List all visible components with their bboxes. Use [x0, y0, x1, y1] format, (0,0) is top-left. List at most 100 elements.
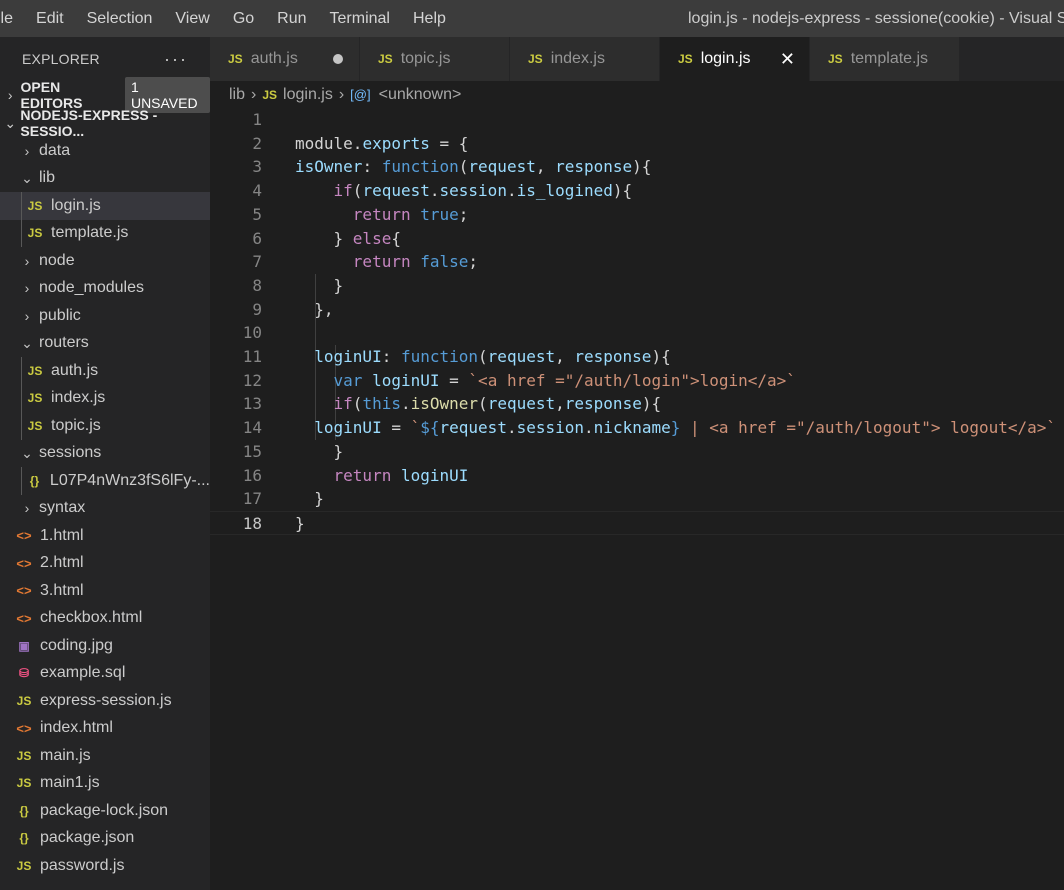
js-file-icon: JS: [228, 52, 243, 66]
js-file-icon: JS: [16, 748, 32, 763]
code-text: loginUI: function(request, response){: [314, 347, 671, 366]
tree-file[interactable]: JS main.js: [0, 742, 210, 770]
tree-file[interactable]: <> index.html: [0, 715, 210, 743]
code-text: return loginUI: [333, 465, 469, 485]
tree-folder[interactable]: ⌄ sessions: [0, 440, 210, 468]
tree-file[interactable]: JS express-session.js: [0, 687, 210, 715]
tree-item-label: main.js: [40, 746, 91, 764]
chevron-right-icon: ›: [251, 85, 257, 103]
tree-file[interactable]: JS password.js: [0, 852, 210, 880]
tree-folder[interactable]: ⌄ lib: [0, 165, 210, 193]
tree-file[interactable]: <> 2.html: [0, 550, 210, 578]
line-number: 6: [252, 228, 262, 248]
json-file-icon: {}: [19, 831, 29, 846]
open-editors-section[interactable]: › OPEN EDITORS 1 UNSAVED: [0, 77, 210, 113]
line-number: 4: [252, 181, 262, 201]
tree-file[interactable]: ▣ coding.jpg: [0, 632, 210, 660]
tree-item-label: index.html: [40, 719, 113, 737]
menu-item-help[interactable]: Help: [413, 10, 446, 28]
unsaved-dot-icon[interactable]: [333, 54, 343, 64]
explorer-sidebar: EXPLORER ··· › OPEN EDITORS 1 UNSAVED ⌄ …: [0, 37, 210, 890]
breadcrumb: lib › JS login.js › [@] <unknown>: [210, 81, 1064, 108]
tab-login-js[interactable]: JS login.js ✕: [660, 37, 810, 81]
project-label: NODEJS-EXPRESS - SESSIO...: [20, 107, 158, 139]
tree-file[interactable]: {} L07P4nWnz3fS6lFy-...: [0, 467, 210, 495]
tree-file[interactable]: <> 3.html: [0, 577, 210, 605]
html-file-icon: <>: [16, 610, 32, 626]
line-number: 3: [252, 157, 262, 177]
tree-item-label: topic.js: [51, 416, 101, 434]
code-text: var loginUI = `<a href ="/auth/login">lo…: [333, 370, 796, 390]
menu-item-ile[interactable]: ile: [0, 10, 13, 28]
tree-folder[interactable]: › data: [0, 137, 210, 165]
tab-template-js[interactable]: JS template.js: [810, 37, 960, 81]
close-icon[interactable]: ✕: [780, 49, 795, 70]
js-file-icon: JS: [828, 52, 843, 66]
tree-item-label: coding.jpg: [40, 636, 113, 654]
chevron-down-icon: ⌄: [21, 444, 33, 461]
tree-folder[interactable]: › public: [0, 302, 210, 330]
tree-file[interactable]: JS auth.js: [0, 357, 210, 385]
breadcrumb-file[interactable]: login.js: [283, 86, 333, 104]
tree-folder[interactable]: › node: [0, 247, 210, 275]
tree-item-label: data: [39, 141, 71, 159]
menu-item-selection[interactable]: Selection: [87, 10, 153, 28]
code-text: return false;: [352, 252, 479, 272]
more-actions-icon[interactable]: ···: [164, 49, 188, 70]
chevron-down-icon: ⌄: [21, 169, 33, 186]
tree-indent-guide: [21, 467, 22, 495]
database-file-icon: ⛁: [18, 666, 30, 681]
symbol-variable-icon: [@]: [350, 87, 371, 102]
menu-item-terminal[interactable]: Terminal: [330, 10, 390, 28]
tree-file[interactable]: ⛁ example.sql: [0, 660, 210, 688]
code-text: loginUI = `${request.session.nickname} |…: [314, 418, 1057, 438]
tab-index-js[interactable]: JS index.js: [510, 37, 660, 81]
menu-item-view[interactable]: View: [175, 10, 209, 28]
tree-file[interactable]: JS index.js: [0, 384, 210, 412]
js-file-icon: JS: [528, 52, 543, 66]
project-section[interactable]: ⌄ NODEJS-EXPRESS - SESSIO...: [0, 107, 210, 139]
code-text: return true;: [352, 204, 469, 224]
tree-folder[interactable]: › syntax: [0, 495, 210, 523]
chevron-right-icon: ›: [24, 307, 30, 324]
code-text: if(this.isOwner(request,response){: [333, 394, 662, 414]
code-editor[interactable]: 1 2 module.exports = {3 isOwner: function(r…: [210, 108, 1064, 890]
tree-file[interactable]: JS main1.js: [0, 770, 210, 798]
tree-file[interactable]: JS login.js: [0, 192, 210, 220]
file-tree: › data ⌄ lib JS login.js JS template.js › node › no…: [0, 137, 210, 880]
tree-file[interactable]: {} package-lock.json: [0, 797, 210, 825]
tree-folder[interactable]: › node_modules: [0, 275, 210, 303]
tab-topic-js[interactable]: JS topic.js: [360, 37, 510, 81]
tree-indent-guide: [21, 219, 22, 247]
explorer-header: EXPLORER ···: [0, 37, 210, 81]
menu-item-edit[interactable]: Edit: [36, 10, 64, 28]
menu-item-run[interactable]: Run: [277, 10, 306, 28]
json-file-icon: {}: [19, 803, 29, 818]
tree-item-label: template.js: [51, 224, 129, 242]
tab-auth-js[interactable]: JS auth.js: [210, 37, 360, 81]
tree-folder[interactable]: ⌄ routers: [0, 330, 210, 358]
js-file-icon: JS: [678, 52, 693, 66]
tab-label: login.js: [700, 50, 751, 67]
tree-file[interactable]: <> checkbox.html: [0, 605, 210, 633]
code-text: }: [295, 513, 305, 533]
tree-file[interactable]: {} package.json: [0, 825, 210, 853]
breadcrumb-folder[interactable]: lib: [229, 86, 245, 104]
line-number: 18: [242, 513, 262, 533]
tree-file[interactable]: <> 1.html: [0, 522, 210, 550]
code-line: 15 }: [210, 440, 1064, 464]
tree-item-label: public: [39, 306, 81, 324]
chevron-right-icon: ›: [24, 500, 30, 517]
menu-bar: ile Edit Selection View Go Run Terminal Help: [0, 0, 469, 37]
tree-item-label: package.json: [40, 829, 135, 847]
code-line: 6 } else{: [210, 227, 1064, 251]
image-file-icon: ▣: [18, 638, 30, 653]
menu-item-go[interactable]: Go: [233, 10, 254, 28]
tree-file[interactable]: JS topic.js: [0, 412, 210, 440]
line-number: 11: [242, 347, 262, 366]
tree-item-label: checkbox.html: [40, 609, 143, 627]
js-file-icon: JS: [378, 52, 393, 66]
breadcrumb-symbol[interactable]: <unknown>: [379, 86, 462, 104]
code-line: 3 isOwner: function(request, response){: [210, 155, 1064, 179]
tree-file[interactable]: JS template.js: [0, 219, 210, 247]
